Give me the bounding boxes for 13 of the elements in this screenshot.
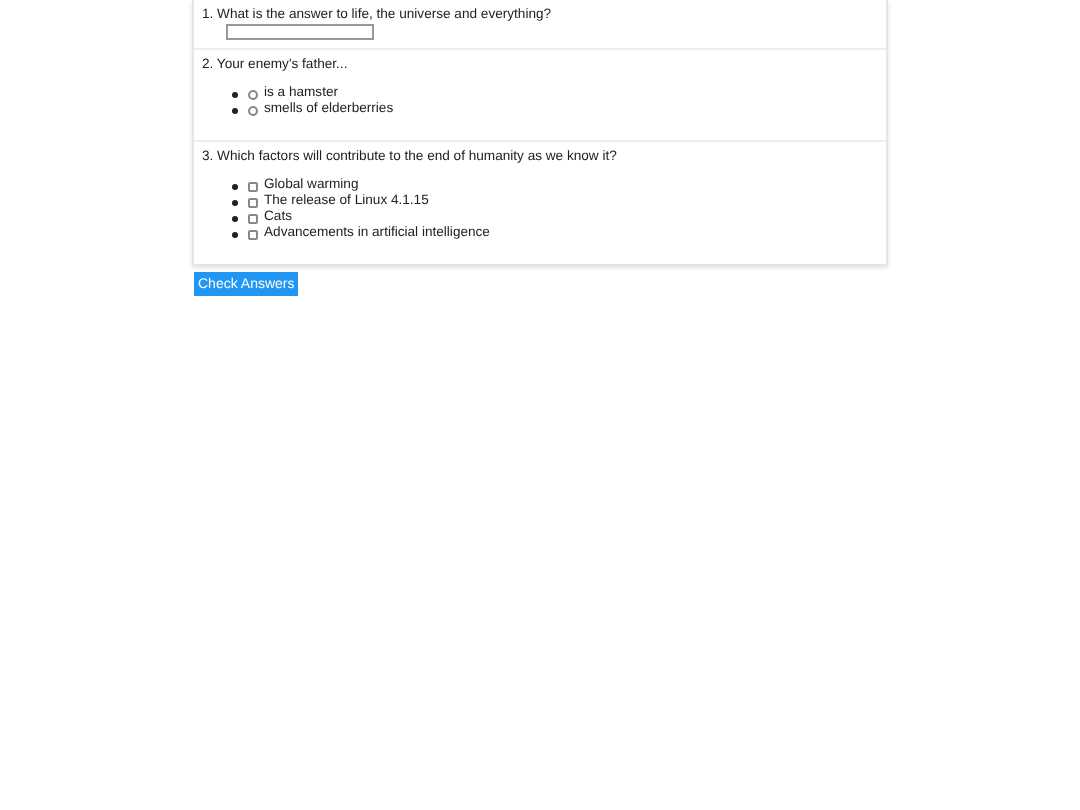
bullet-icon: [232, 183, 238, 189]
bullet-icon: [232, 231, 238, 237]
bullet-icon: [232, 107, 238, 113]
checkbox[interactable]: [248, 181, 258, 191]
bullet-icon: [232, 199, 238, 205]
radio-button[interactable]: [248, 105, 258, 115]
bullet-icon: [232, 91, 238, 97]
checkbox[interactable]: [248, 229, 258, 239]
bullet-icon: [232, 215, 238, 221]
checkbox[interactable]: [248, 213, 258, 223]
answer-field[interactable]: [226, 24, 374, 40]
checkbox[interactable]: [248, 197, 258, 207]
radio-button[interactable]: [248, 89, 258, 99]
